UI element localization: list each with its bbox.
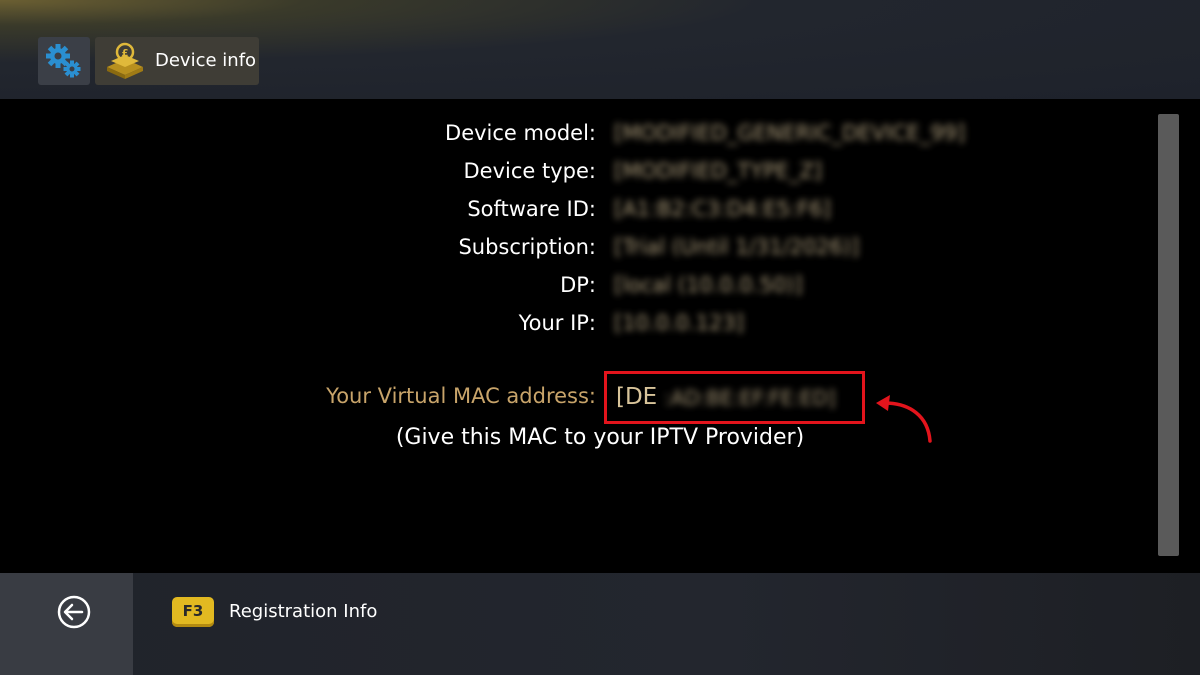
device-model-value: [MODIFIED_GENERIC_DEVICE_99] (614, 121, 966, 145)
settings-button[interactable] (38, 37, 90, 85)
back-arrow-icon (57, 595, 91, 629)
registration-info-button[interactable]: Registration Info (229, 601, 377, 622)
dp-value: [local (10.0.0.50)] (614, 273, 803, 297)
bottom-bar: F3 Registration Info (0, 573, 1200, 675)
device-type-label: Device type: (463, 159, 596, 183)
f3-key-badge: F3 (172, 597, 214, 627)
tab-device-info-label: Device info (155, 50, 257, 71)
back-button[interactable] (0, 573, 133, 675)
your-ip-value: [10.0.0.123] (614, 311, 744, 335)
your-ip-label: Your IP: (518, 311, 596, 335)
gears-icon (46, 44, 81, 78)
top-bar: £ Device info (0, 0, 1200, 99)
mac-address-label: Your Virtual MAC address: (326, 384, 596, 408)
device-info-icon: £ (107, 42, 143, 79)
dp-label: DP: (560, 273, 596, 297)
device-info-panel: Device model: [MODIFIED_GENERIC_DEVICE_9… (0, 99, 1200, 573)
software-id-value: [A1:B2:C3:D4:E5:F6] (614, 197, 831, 221)
subscription-label: Subscription: (458, 235, 596, 259)
subscription-value: [Trial (Until 1/31/2026)] (614, 235, 860, 259)
mac-highlight-box (604, 371, 865, 424)
tab-device-info[interactable]: £ Device info (95, 37, 259, 85)
device-model-label: Device model: (445, 121, 596, 145)
scrollbar[interactable] (1158, 114, 1179, 556)
device-type-value: [MODIFIED_TYPE_Z] (614, 159, 823, 183)
mac-hint-text: (Give this MAC to your IPTV Provider) (395, 425, 805, 450)
svg-text:£: £ (122, 48, 129, 59)
software-id-label: Software ID: (467, 197, 596, 221)
